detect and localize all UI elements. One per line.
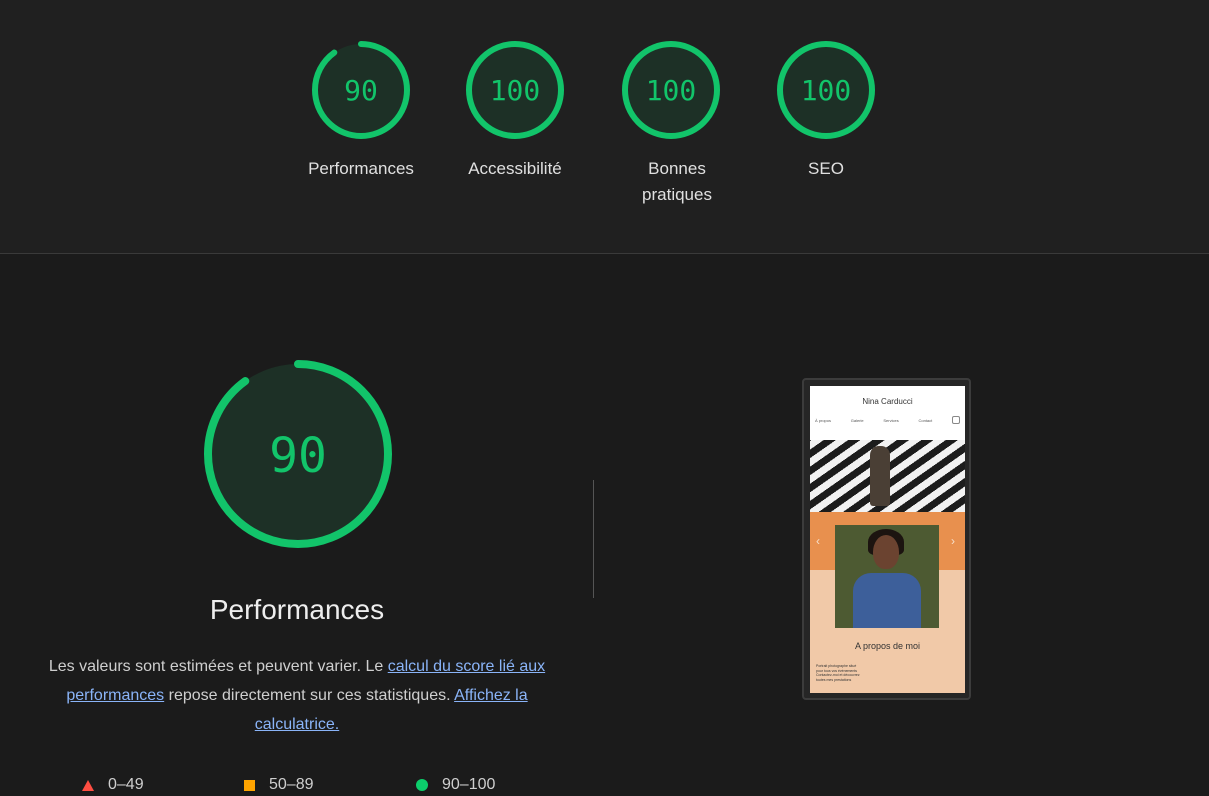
gauge-best-practices[interactable]: 100 Bonnes pratiques	[596, 38, 746, 208]
gauge-score: 100	[490, 74, 541, 107]
portrait-body	[853, 573, 921, 628]
score-legend: 0–49 50–89 90–100	[0, 776, 620, 796]
lighthouse-report: 90 Performances 100 Accessibilité 100 Bo…	[0, 0, 1209, 796]
screenshot-screen: Nina Carducci À propos Galerie Services …	[810, 386, 965, 693]
desc-text: Les valeurs sont estimées et peuvent var…	[48, 658, 388, 675]
hero-person	[870, 446, 890, 506]
gauge-label: SEO	[808, 159, 844, 178]
gauge-accessibility[interactable]: 100 Accessibilité	[440, 38, 590, 182]
gauge-score: 90	[344, 74, 378, 107]
scores-header: 90 Performances 100 Accessibilité 100 Bo…	[0, 0, 1209, 254]
legend-range: 0–49	[108, 776, 144, 793]
nav-item: Galerie	[850, 417, 864, 423]
site-nav: À propos Galerie Services Contact	[815, 416, 960, 424]
vertical-divider	[593, 480, 594, 598]
gauge-seo-ring: 100	[777, 41, 875, 139]
gauge-performance[interactable]: 90 Performances	[286, 38, 436, 182]
chevron-right-icon: ›	[951, 534, 955, 548]
legend-pass: 90–100	[416, 776, 495, 794]
gauge-seo[interactable]: 100 SEO	[751, 38, 901, 182]
portrait-image	[835, 525, 939, 628]
gauge-label: Accessibilité	[468, 159, 562, 178]
gauge-score: 100	[646, 74, 697, 107]
site-title: Nina Carducci	[862, 397, 913, 406]
main-gauge-score: 90	[269, 428, 327, 484]
page-screenshot-thumbnail[interactable]: Nina Carducci À propos Galerie Services …	[802, 378, 971, 700]
nav-item: Contact	[918, 417, 933, 423]
legend-range: 50–89	[269, 776, 314, 793]
about-text: Portrait photographe situé pour tous vos…	[816, 664, 896, 682]
section-title: Performances	[209, 594, 385, 625]
about-title: A propos de moi	[854, 641, 921, 651]
legend-fail: 0–49	[82, 776, 144, 794]
gauge-best-practices-ring: 100	[622, 41, 720, 139]
legend-average: 50–89	[244, 776, 314, 794]
hero-image	[810, 440, 965, 512]
main-performance-gauge: 90	[204, 360, 392, 548]
instagram-icon	[952, 416, 960, 424]
circle-icon	[416, 779, 428, 791]
gauge-label: Performances	[308, 159, 414, 178]
about-line: toutes mes prestations	[816, 677, 852, 682]
nav-item: Services	[883, 417, 899, 423]
desc-text: repose directement sur ces statistiques.	[164, 687, 455, 704]
gauge-label: Bonnes pratiques	[642, 159, 712, 204]
gauge-accessibility-ring: 100	[466, 41, 564, 139]
chevron-left-icon: ‹	[816, 534, 820, 548]
section-description: Les valeurs sont estimées et peuvent var…	[40, 652, 554, 739]
gauge-score: 100	[801, 74, 852, 107]
gauge-performance-ring: 90	[312, 41, 410, 139]
legend-range: 90–100	[442, 776, 496, 793]
portrait-face	[873, 535, 899, 569]
nav-item: À propos	[815, 417, 832, 423]
square-icon	[244, 779, 255, 791]
triangle-icon	[82, 779, 94, 791]
